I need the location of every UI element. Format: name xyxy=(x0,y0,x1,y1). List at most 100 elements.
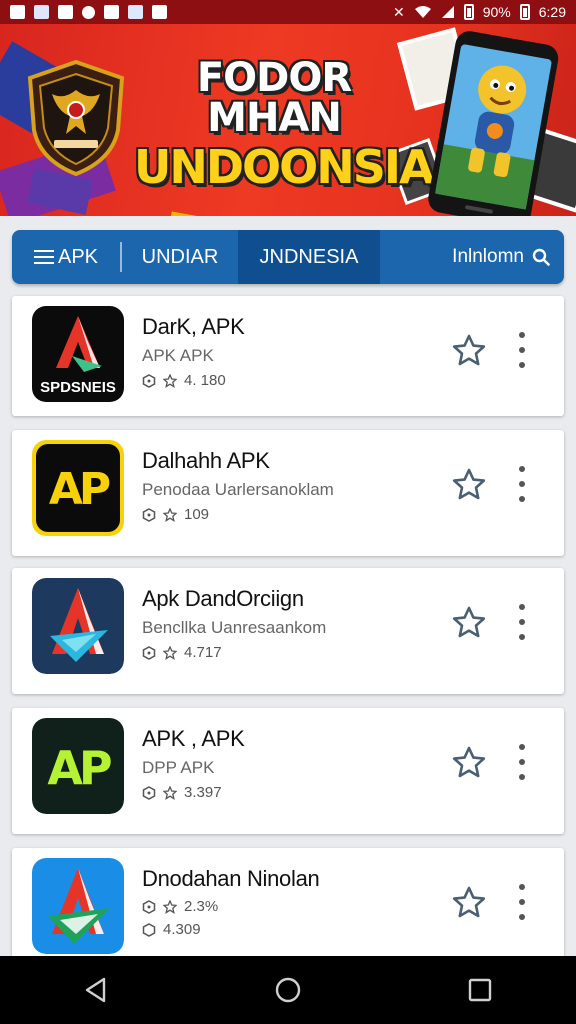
app-rating: 4. 180 xyxy=(184,372,226,389)
tab-indonesia[interactable]: JNDNESIA xyxy=(238,230,380,284)
grid-notification-icon xyxy=(152,5,167,19)
app-icon-text: AP xyxy=(47,741,111,795)
more-options-icon[interactable] xyxy=(512,602,532,642)
garuda-emblem-icon xyxy=(27,60,125,176)
search-icon xyxy=(532,248,550,266)
tab-apk-label: APK xyxy=(57,245,99,268)
battery-percent: 90% xyxy=(482,4,511,20)
notification-icons xyxy=(10,5,167,19)
tab-apk[interactable]: APK xyxy=(12,230,120,284)
home-button[interactable] xyxy=(263,965,313,1015)
app-list-item[interactable]: AP Dalhahh APK Penodaa Uarlersanoklam 10… xyxy=(12,430,564,556)
banner-decoration xyxy=(168,211,202,216)
promo-banner[interactable]: FODOR MHAN UNDOONSIA xyxy=(0,24,576,216)
battery-icon xyxy=(463,4,474,20)
app-name: DarK, APK xyxy=(142,314,245,339)
app-rating: 3.397 xyxy=(184,784,222,801)
app-rating: 2.3% xyxy=(184,898,219,915)
app-meta-secondary: 4.309 xyxy=(142,921,442,938)
app-subtitle: DPP APK xyxy=(142,758,215,777)
search-button[interactable]: Inlnlomn xyxy=(380,230,564,284)
more-options-icon[interactable] xyxy=(512,464,532,504)
image-notification-icon xyxy=(34,5,49,19)
app-meta: 109 xyxy=(142,506,442,523)
back-icon xyxy=(85,977,106,1003)
app-list-item[interactable]: Apk DandOrciign Bencllka Uanresaankom 4.… xyxy=(12,568,564,694)
rating-star-icon xyxy=(163,899,177,914)
app-icon: AP xyxy=(32,718,124,814)
gesture-notification-icon xyxy=(82,5,95,19)
status-bar: ✕ 90% 6:29 xyxy=(0,0,576,24)
calendar-notification-icon xyxy=(58,5,73,19)
download-icon xyxy=(142,645,156,660)
app-icon xyxy=(32,578,124,674)
app-list-item[interactable]: Dnodahan Ninolan 2.3% 4.309 xyxy=(12,848,564,958)
phone-mascot-icon xyxy=(428,31,559,216)
favorite-star-icon[interactable] xyxy=(450,744,488,782)
favorite-star-icon[interactable] xyxy=(450,884,488,922)
signal-icon xyxy=(441,6,454,18)
recents-button[interactable] xyxy=(455,965,505,1015)
rating-star-icon xyxy=(163,785,177,800)
app-info: Dnodahan Ninolan 2.3% 4.309 xyxy=(142,866,442,938)
download-icon xyxy=(142,507,156,522)
back-button[interactable] xyxy=(71,965,121,1015)
more-options-icon[interactable] xyxy=(512,882,532,922)
app-meta: 4. 180 xyxy=(142,372,442,389)
system-status: ✕ 90% 6:29 xyxy=(393,4,566,20)
tab-undiar[interactable]: UNDIAR xyxy=(122,230,238,284)
rating-star-icon xyxy=(163,373,177,388)
app-name: Apk DandOrciign xyxy=(142,586,304,611)
app-list-item[interactable]: SPDSNEIS DarK, APK APK APK 4. 180 xyxy=(12,296,564,416)
app-info: DarK, APK APK APK 4. 180 xyxy=(142,314,442,389)
favorite-star-icon[interactable] xyxy=(450,604,488,642)
app-name: Dnodahan Ninolan xyxy=(142,866,320,891)
rating-star-icon xyxy=(163,507,177,522)
wifi-icon xyxy=(414,6,431,18)
photo-notification-icon xyxy=(128,5,143,19)
banner-title: FODOR MHAN UNDOONSIA xyxy=(134,55,435,194)
tab-undiar-label: UNDIAR xyxy=(141,245,219,268)
app-list-item[interactable]: AP APK , APK DPP APK 3.397 xyxy=(12,708,564,834)
app-meta: 2.3% xyxy=(142,898,442,915)
app-rating: 4.717 xyxy=(184,644,222,661)
app-icon xyxy=(32,858,124,954)
app-info: Apk DandOrciign Bencllka Uanresaankom 4.… xyxy=(142,586,442,661)
app-icon: SPDSNEIS xyxy=(32,306,124,402)
more-options-icon[interactable] xyxy=(512,742,532,782)
app-subtitle: Bencllka Uanresaankom xyxy=(142,618,327,637)
app-notification-icon xyxy=(104,5,119,19)
app-icon-text: AP xyxy=(49,464,110,515)
banner-title-line2: UNDOONSIA xyxy=(134,140,435,194)
tab-indonesia-label: JNDNESIA xyxy=(259,245,359,268)
battery-level-icon xyxy=(519,4,530,20)
system-navigation-bar xyxy=(0,956,576,1024)
home-icon xyxy=(275,977,301,1003)
close-notification-icon xyxy=(10,5,25,19)
category-tabs: APK UNDIAR JNDNESIA Inlnlomn xyxy=(12,230,564,284)
download-icon xyxy=(142,899,156,914)
search-label: Inlnlomn xyxy=(452,246,524,267)
clock: 6:29 xyxy=(538,4,566,20)
app-name: APK , APK xyxy=(142,726,245,751)
more-options-icon[interactable] xyxy=(512,330,532,370)
app-rating: 109 xyxy=(184,506,210,523)
app-info: Dalhahh APK Penodaa Uarlersanoklam 109 xyxy=(142,448,442,523)
app-rating-secondary: 4.309 xyxy=(163,921,201,938)
app-icon-text: SPDSNEIS xyxy=(40,379,116,396)
banner-title-line1: FODOR MHAN xyxy=(196,55,352,141)
app-subtitle: APK APK xyxy=(142,346,214,365)
recents-icon xyxy=(468,978,492,1002)
menu-icon xyxy=(33,250,54,264)
favorite-star-icon[interactable] xyxy=(450,466,488,504)
download-icon xyxy=(142,373,156,388)
app-meta: 3.397 xyxy=(142,784,442,801)
app-subtitle: Penodaa Uarlersanoklam xyxy=(142,480,334,499)
download-icon xyxy=(142,922,156,937)
app-info: APK , APK DPP APK 3.397 xyxy=(142,726,442,801)
app-meta: 4.717 xyxy=(142,644,442,661)
favorite-star-icon[interactable] xyxy=(450,332,488,370)
mute-icon: ✕ xyxy=(392,4,405,20)
app-icon: AP xyxy=(32,440,124,536)
download-icon xyxy=(142,785,156,800)
